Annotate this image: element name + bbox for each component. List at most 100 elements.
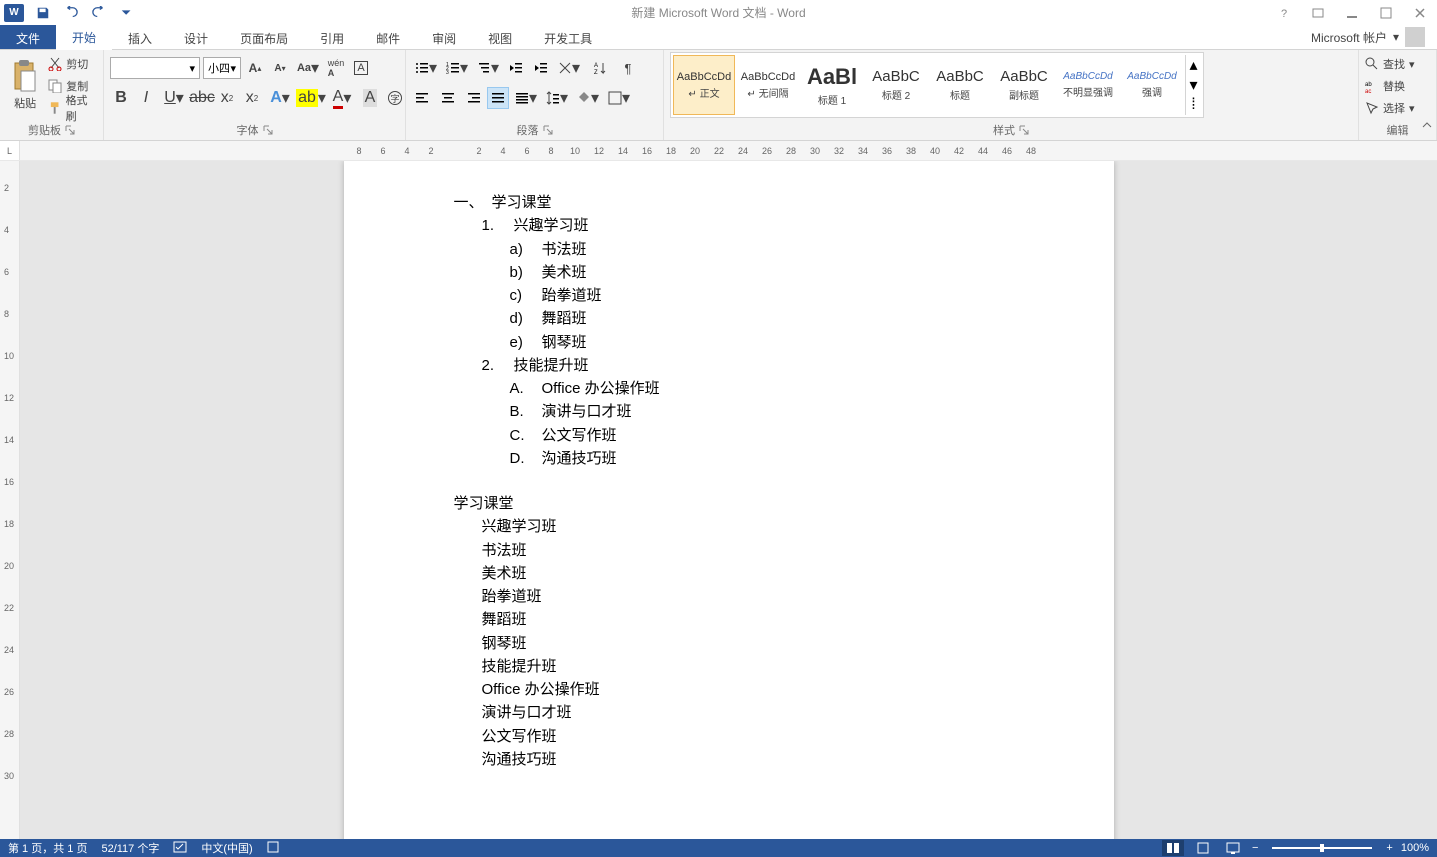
maximize-icon[interactable] (1373, 3, 1399, 23)
minimize-icon[interactable] (1339, 3, 1365, 23)
format-painter-button[interactable]: 格式刷 (48, 98, 97, 118)
help-icon[interactable]: ? (1271, 3, 1297, 23)
tab-home[interactable]: 开始 (56, 25, 112, 50)
gallery-down-icon[interactable]: ▾ (1186, 75, 1201, 95)
tab-design[interactable]: 设计 (168, 25, 224, 49)
status-page[interactable]: 第 1 页，共 1 页 (8, 840, 87, 856)
qat-customize-icon[interactable] (116, 2, 138, 24)
find-button[interactable]: 查找 ▾ (1365, 54, 1415, 74)
styles-gallery: AaBbCcDd↵ 正文 AaBbCcDd↵ 无间隔 AaBl标题 1 AaBb… (670, 52, 1204, 118)
document-content[interactable]: 一、学习课堂 1.兴趣学习班 a)书法班 b)美术班 c)跆拳道班 d)舞蹈班 … (454, 191, 1004, 771)
sort-button[interactable]: AZ (586, 57, 614, 79)
style-title[interactable]: AaBbC标题 (929, 55, 991, 115)
italic-button[interactable]: I (135, 87, 157, 109)
group-paragraph-label: 段落 (517, 122, 539, 138)
numbering-button[interactable]: 123▾ (443, 57, 471, 79)
paste-icon (9, 59, 41, 95)
font-name-combo[interactable]: ▾ (110, 57, 200, 79)
bold-button[interactable]: B (110, 87, 132, 109)
align-right-button[interactable] (462, 87, 484, 109)
align-left-button[interactable] (412, 87, 434, 109)
decrease-indent-button[interactable] (505, 57, 527, 79)
style-nospacing[interactable]: AaBbCcDd↵ 无间隔 (737, 55, 799, 115)
character-shading-button[interactable]: A (359, 87, 381, 109)
svg-text:ab: ab (1365, 82, 1372, 88)
tab-insert[interactable]: 插入 (112, 25, 168, 49)
view-read-mode[interactable] (1162, 840, 1184, 856)
tab-developer[interactable]: 开发工具 (528, 25, 608, 49)
save-icon[interactable] (32, 2, 54, 24)
tab-layout[interactable]: 页面布局 (224, 25, 304, 49)
font-size-combo[interactable]: 小四▾ (203, 57, 241, 79)
justify-button[interactable] (487, 87, 509, 109)
gallery-up-icon[interactable]: ▴ (1186, 55, 1201, 75)
ribbon-display-icon[interactable] (1305, 3, 1331, 23)
horizontal-ruler[interactable]: 8642246810121416182022242628303234363840… (20, 141, 1437, 160)
font-color-button[interactable]: A▾ (328, 87, 356, 109)
bullets-button[interactable]: ▾ (412, 57, 440, 79)
superscript-button[interactable]: x2 (241, 87, 263, 109)
style-subtle-emphasis[interactable]: AaBbCcDd不明显强调 (1057, 55, 1119, 115)
multilevel-list-button[interactable]: ▾ (474, 57, 502, 79)
view-print-layout[interactable] (1192, 840, 1214, 856)
status-words[interactable]: 52/117 个字 (101, 840, 159, 856)
close-icon[interactable] (1407, 3, 1433, 23)
styles-dialog-launcher[interactable] (1019, 125, 1029, 135)
shrink-font-button[interactable]: A▾ (269, 57, 291, 79)
change-case-button[interactable]: Aa▾ (294, 57, 322, 79)
status-macro-icon[interactable] (267, 841, 279, 856)
zoom-level[interactable]: 100% (1401, 842, 1429, 854)
underline-button[interactable]: U▾ (160, 87, 188, 109)
phonetic-guide-button[interactable]: wénA (325, 57, 347, 79)
show-marks-button[interactable]: ¶ (617, 57, 639, 79)
redo-icon[interactable] (88, 2, 110, 24)
tab-view[interactable]: 视图 (472, 25, 528, 49)
status-proofing-icon[interactable] (173, 841, 187, 856)
paragraph-dialog-launcher[interactable] (543, 125, 553, 135)
zoom-out-button[interactable]: − (1252, 842, 1258, 854)
increase-indent-button[interactable] (530, 57, 552, 79)
account-area[interactable]: Microsoft 帐户 ▾ (1299, 25, 1437, 49)
gallery-more-icon[interactable]: ⁞ (1186, 95, 1201, 115)
clipboard-dialog-launcher[interactable] (65, 125, 75, 135)
font-dialog-launcher[interactable] (263, 125, 273, 135)
subscript-button[interactable]: x2 (216, 87, 238, 109)
style-emphasis[interactable]: AaBbCcDd强调 (1121, 55, 1183, 115)
paste-button[interactable]: 粘贴 (6, 52, 44, 118)
undo-icon[interactable] (60, 2, 82, 24)
text-effects-button[interactable]: A▾ (266, 87, 294, 109)
zoom-slider[interactable] (1272, 847, 1372, 849)
zoom-in-button[interactable]: + (1386, 842, 1392, 854)
tab-file[interactable]: 文件 (0, 25, 56, 49)
cut-button[interactable]: 剪切 (48, 54, 97, 74)
replace-button[interactable]: abac替换 (1365, 76, 1415, 96)
group-font: ▾ 小四▾ A▴ A▾ Aa▾ wénA A B I U▾ abc x2 x2 … (104, 50, 406, 140)
collapse-ribbon-icon[interactable] (1421, 118, 1433, 136)
line-spacing-button[interactable]: ▾ (543, 87, 571, 109)
status-language[interactable]: 中文(中国) (201, 840, 252, 856)
tab-review[interactable]: 审阅 (416, 25, 472, 49)
group-styles: AaBbCcDd↵ 正文 AaBbCcDd↵ 无间隔 AaBl标题 1 AaBb… (664, 50, 1359, 140)
style-normal[interactable]: AaBbCcDd↵ 正文 (673, 55, 735, 115)
shading-button[interactable]: ▾ (574, 87, 602, 109)
style-heading2[interactable]: AaBbC标题 2 (865, 55, 927, 115)
strikethrough-button[interactable]: abc (191, 87, 213, 109)
avatar (1405, 27, 1425, 47)
view-web-layout[interactable] (1222, 840, 1244, 856)
highlight-button[interactable]: ab▾ (297, 87, 325, 109)
document-scroll[interactable]: 一、学习课堂 1.兴趣学习班 a)书法班 b)美术班 c)跆拳道班 d)舞蹈班 … (20, 161, 1437, 839)
tab-references[interactable]: 引用 (304, 25, 360, 49)
distributed-button[interactable]: ▾ (512, 87, 540, 109)
select-button[interactable]: 选择 ▾ (1365, 98, 1415, 118)
grow-font-button[interactable]: A▴ (244, 57, 266, 79)
style-subtitle[interactable]: AaBbC副标题 (993, 55, 1055, 115)
tab-mail[interactable]: 邮件 (360, 25, 416, 49)
asian-layout-button[interactable]: ▾ (555, 57, 583, 79)
borders-button[interactable]: ▾ (605, 87, 633, 109)
page[interactable]: 一、学习课堂 1.兴趣学习班 a)书法班 b)美术班 c)跆拳道班 d)舞蹈班 … (344, 161, 1114, 839)
character-border-button[interactable]: A (350, 57, 372, 79)
vertical-ruler[interactable]: 24681012141618202224262830 (0, 161, 20, 839)
align-center-button[interactable] (437, 87, 459, 109)
style-heading1[interactable]: AaBl标题 1 (801, 55, 863, 115)
enclose-characters-button[interactable]: 字 (384, 87, 406, 109)
